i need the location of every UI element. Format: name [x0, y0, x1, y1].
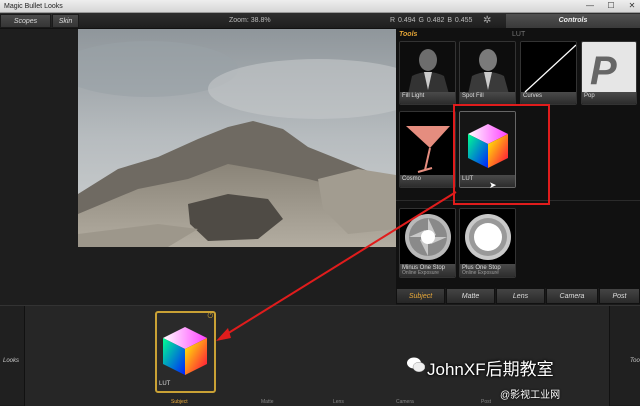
tab-matte[interactable]: Matte [446, 288, 495, 304]
tools-side-label: Too [630, 358, 640, 364]
strip-post: Post [481, 399, 492, 405]
skin-button[interactable]: Skin [52, 14, 79, 28]
strip-matte: Matte [261, 399, 274, 405]
tool-pop[interactable]: P Pop [581, 41, 637, 105]
tool-label: Cosmo [402, 176, 422, 182]
tool-label: Pop [584, 93, 595, 99]
watermark: JohnXF后期教室 [407, 355, 554, 380]
lut-category-tag: LUT [512, 31, 526, 38]
tool-sublabel: Online Exposure [402, 270, 439, 276]
tool-fill-light[interactable]: Fill Light [399, 41, 456, 105]
wechat-logo-icon [407, 357, 425, 373]
window-controls: — ☐ ✕ [584, 0, 638, 12]
watermark-secondary: @影视工业网 [500, 390, 561, 401]
strip-subject: Subject [171, 399, 188, 405]
strip-lens: Lens [333, 399, 344, 405]
svg-text:P: P [590, 49, 617, 93]
tool-curves[interactable]: Curves [520, 41, 577, 105]
tools-header: Tools LUT [396, 29, 640, 41]
window-title: Magic Bullet Looks [4, 3, 63, 10]
tool-minus-one-stop[interactable]: Minus One Stop Online Exposure [399, 208, 456, 278]
tool-label: Fill Light [402, 93, 425, 99]
tool-sublabel: Online Exposure [462, 270, 499, 276]
color-cube-icon [163, 327, 207, 375]
martini-glass-icon [400, 112, 455, 177]
man-silhouette-icon [460, 42, 515, 94]
tool-category-tabs: Subject Matte Lens Camera Post [396, 288, 640, 305]
top-toolbar: Scopes Skin Zoom: 38.8% R 0.494 G 0.482 … [0, 13, 640, 29]
tools-title: Tools [399, 31, 418, 38]
gear-icon[interactable]: ✲ [483, 13, 491, 29]
tab-subject[interactable]: Subject [396, 288, 445, 304]
curve-line-icon [521, 42, 576, 94]
applied-lut-tool[interactable]: ⏻ LUT [155, 311, 216, 393]
zoom-readout: Zoom: 38.8% [229, 17, 271, 24]
tool-label: Spot Fill [462, 93, 484, 99]
aperture-bright-icon [460, 209, 515, 265]
minimize-button[interactable]: — [584, 0, 596, 12]
controls-tab[interactable]: Controls [506, 14, 640, 28]
close-button[interactable]: ✕ [626, 0, 638, 12]
window-titlebar: Magic Bullet Looks — ☐ ✕ [0, 0, 640, 13]
letter-p-icon: P [582, 42, 636, 94]
rgb-readout: R 0.494 G 0.482 B 0.455 [390, 17, 473, 24]
preview-image [78, 29, 396, 247]
aperture-icon [400, 209, 455, 265]
maximize-button[interactable]: ☐ [605, 0, 617, 12]
scopes-button[interactable]: Scopes [0, 14, 51, 28]
tab-camera[interactable]: Camera [546, 288, 598, 304]
tab-post[interactable]: Post [599, 288, 640, 304]
tab-lens[interactable]: Lens [496, 288, 545, 304]
tool-plus-one-stop[interactable]: Plus One Stop Online Exposure [459, 208, 516, 278]
tool-cosmo[interactable]: Cosmo [399, 111, 456, 188]
man-silhouette-icon [400, 42, 455, 94]
tool-spot-fill[interactable]: Spot Fill [459, 41, 516, 105]
highlight-box [453, 104, 550, 205]
looks-label: Looks [3, 358, 20, 364]
strip-camera: Camera [396, 399, 414, 405]
tool-label: Curves [523, 93, 543, 99]
watermark-main: JohnXF后期教室 [427, 360, 554, 379]
applied-tool-label: LUT [159, 381, 171, 387]
mouse-cursor-icon: ➤ [489, 180, 497, 190]
